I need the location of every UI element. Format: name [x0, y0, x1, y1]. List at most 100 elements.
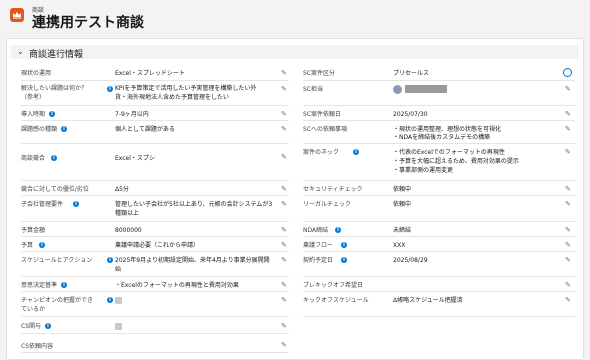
cs-involved-checkbox[interactable]	[115, 323, 122, 330]
info-icon[interactable]: i	[45, 323, 51, 329]
info-icon[interactable]: i	[49, 111, 55, 117]
field-row: 意思決定基準 i ・Excelのフォーマットの再現性と費用対効果 ✎	[21, 278, 289, 292]
field-label: 案件のネック	[303, 149, 340, 156]
pencil-icon[interactable]: ✎	[281, 296, 289, 304]
field-value: 8000000	[115, 227, 142, 234]
field-row: 予算金額 8000000 ✎	[21, 223, 289, 237]
field-row: プレキックオフ希望日 ✎	[303, 278, 575, 292]
pencil-icon[interactable]: ✎	[565, 185, 573, 193]
pencil-icon[interactable]: ✎	[565, 125, 573, 133]
field-label: 商談競合	[21, 155, 46, 162]
pencil-icon[interactable]: ✎	[281, 341, 289, 349]
field-value: 未締結	[393, 227, 412, 234]
pencil-icon[interactable]: ✎	[565, 148, 573, 156]
field-value: 稟議申請必要（これから申請）	[115, 242, 200, 249]
info-icon[interactable]: i	[61, 282, 67, 288]
field-value: プリセールス	[393, 70, 430, 77]
pencil-icon[interactable]: ✎	[281, 69, 289, 77]
record-header: 商談 連携用テスト商談	[0, 0, 590, 34]
info-icon[interactable]: i	[341, 242, 347, 248]
field-label: 解決したい課題は何か？	[21, 85, 88, 92]
field-value-line2: 種類以上	[115, 210, 140, 217]
field-row: キックオフスケジュール Δ帳略スケジュール把握済 ✎	[303, 293, 575, 317]
field-label: 稟議フロー	[303, 242, 334, 249]
pencil-icon[interactable]: ✎	[565, 296, 573, 304]
field-label: SCへの依頼事項	[303, 126, 347, 133]
field-value: 2025/08/29	[393, 257, 428, 264]
pencil-icon[interactable]: ✎	[565, 85, 573, 93]
field-label: CS依頼内容	[21, 343, 53, 350]
field-value: 2025年9月より初期設定開始、来年4月より事業分展開開	[115, 257, 270, 264]
field-value-line2: ・NDAを締結後カスタムデモの構築	[393, 134, 491, 141]
info-icon[interactable]: i	[353, 149, 359, 155]
section-title: 商談進行情報	[29, 50, 84, 60]
field-row: 契約予定日 i 2025/08/29 ✎	[303, 253, 575, 277]
field-value-line2: 始	[115, 266, 122, 273]
info-icon[interactable]: i	[39, 242, 45, 248]
info-icon[interactable]: i	[341, 257, 347, 263]
field-label: 課題感の種類	[21, 126, 58, 133]
field-value: XXX	[393, 242, 406, 249]
field-label: 子会社管理要件	[21, 201, 64, 208]
field-label: プレキックオフ希望日	[303, 282, 364, 289]
field-row: SC担当 ✎	[303, 82, 575, 106]
field-label: SC担当	[303, 86, 323, 93]
pencil-icon[interactable]: ✎	[281, 185, 289, 193]
info-icon[interactable]: i	[51, 155, 57, 161]
pencil-icon[interactable]: ✎	[565, 200, 573, 208]
field-label: 予算金額	[21, 227, 46, 234]
avatar[interactable]	[393, 85, 402, 94]
pencil-icon[interactable]: ✎	[281, 241, 289, 249]
chevron-down-icon[interactable]: ⌄	[17, 47, 24, 56]
info-icon[interactable]: i	[335, 227, 341, 233]
pencil-icon[interactable]: ✎	[565, 256, 573, 264]
field-value: 7-9ヶ月以内	[115, 111, 149, 118]
field-value: Excel・スプレッドシート	[115, 70, 185, 77]
field-value: KPIを予算策定で活用したい予実管理を構築したい外	[115, 85, 257, 92]
pencil-icon[interactable]: ✎	[281, 226, 289, 234]
info-icon[interactable]: i	[107, 257, 113, 263]
field-row: 課題感の種類 i 個人として課題がある ✎	[21, 122, 289, 144]
pencil-icon[interactable]: ✎	[565, 110, 573, 118]
pencil-icon[interactable]: ✎	[281, 200, 289, 208]
field-row: CS依頼内容 ✎	[21, 335, 289, 353]
section-header[interactable]: ⌄ 商談進行情報	[11, 45, 579, 60]
field-label-line2: （参考）	[21, 94, 46, 101]
champion-checkbox[interactable]	[115, 297, 122, 304]
pencil-icon[interactable]: ✎	[281, 153, 289, 161]
field-row: SCへの依頼事項 ・現状の運用整理、理想の状態を可視化 ・NDAを締結後カスタム…	[303, 122, 575, 144]
pencil-icon[interactable]: ✎	[565, 226, 573, 234]
pencil-icon[interactable]: ✎	[565, 241, 573, 249]
redacted-user-name[interactable]	[405, 85, 447, 93]
pencil-icon[interactable]: ✎	[281, 322, 289, 330]
field-value: 管理したい子会社が5社以上あり、元帳の会計システムが3	[115, 201, 273, 208]
field-label: CS関与	[21, 323, 41, 330]
pencil-icon[interactable]: ✎	[281, 110, 289, 118]
field-label: 競合に対しての優位/劣位	[21, 186, 89, 193]
field-row: スケジュールとアクション i 2025年9月より初期設定開始、来年4月より事業分…	[21, 253, 289, 277]
field-value: ・代表のExcelでのフォーマットの再現性	[393, 149, 505, 156]
field-row: 予算 i 稟議申請必要（これから申請） ✎	[21, 238, 289, 252]
info-icon[interactable]: i	[107, 86, 113, 92]
pencil-icon[interactable]: ✎	[281, 125, 289, 133]
info-icon[interactable]: i	[61, 126, 67, 132]
page-title: 連携用テスト商談	[32, 15, 144, 31]
opportunity-crown-icon	[10, 8, 24, 22]
pencil-icon[interactable]: ✎	[281, 85, 289, 93]
field-row: 稟議フロー i XXX ✎	[303, 238, 575, 252]
field-label-line2: ているか	[21, 306, 46, 313]
field-value: 個人として課題がある	[115, 126, 175, 133]
field-label: 予算	[21, 242, 34, 249]
info-icon[interactable]: i	[107, 297, 113, 303]
pencil-icon[interactable]: ✎	[281, 256, 289, 264]
detail-card: ⌄ 商談進行情報 現状の運用 Excel・スプレッドシート ✎ 解決したい課題は…	[6, 38, 584, 360]
pencil-icon[interactable]: ✎	[281, 281, 289, 289]
edit-circle-icon[interactable]	[563, 68, 572, 77]
field-row: 現状の運用 Excel・スプレッドシート ✎	[21, 66, 289, 81]
field-value-line2: ・予算を大幅に超えるため、費用対効果の提示	[393, 158, 519, 165]
pencil-icon[interactable]: ✎	[565, 281, 573, 289]
field-row: SC案件依頼日 2025/07/30 ✎	[303, 107, 575, 121]
info-icon[interactable]: i	[73, 201, 79, 207]
field-row: NDA締結 i 未締結 ✎	[303, 223, 575, 237]
field-label: SC案件依頼日	[303, 111, 341, 118]
